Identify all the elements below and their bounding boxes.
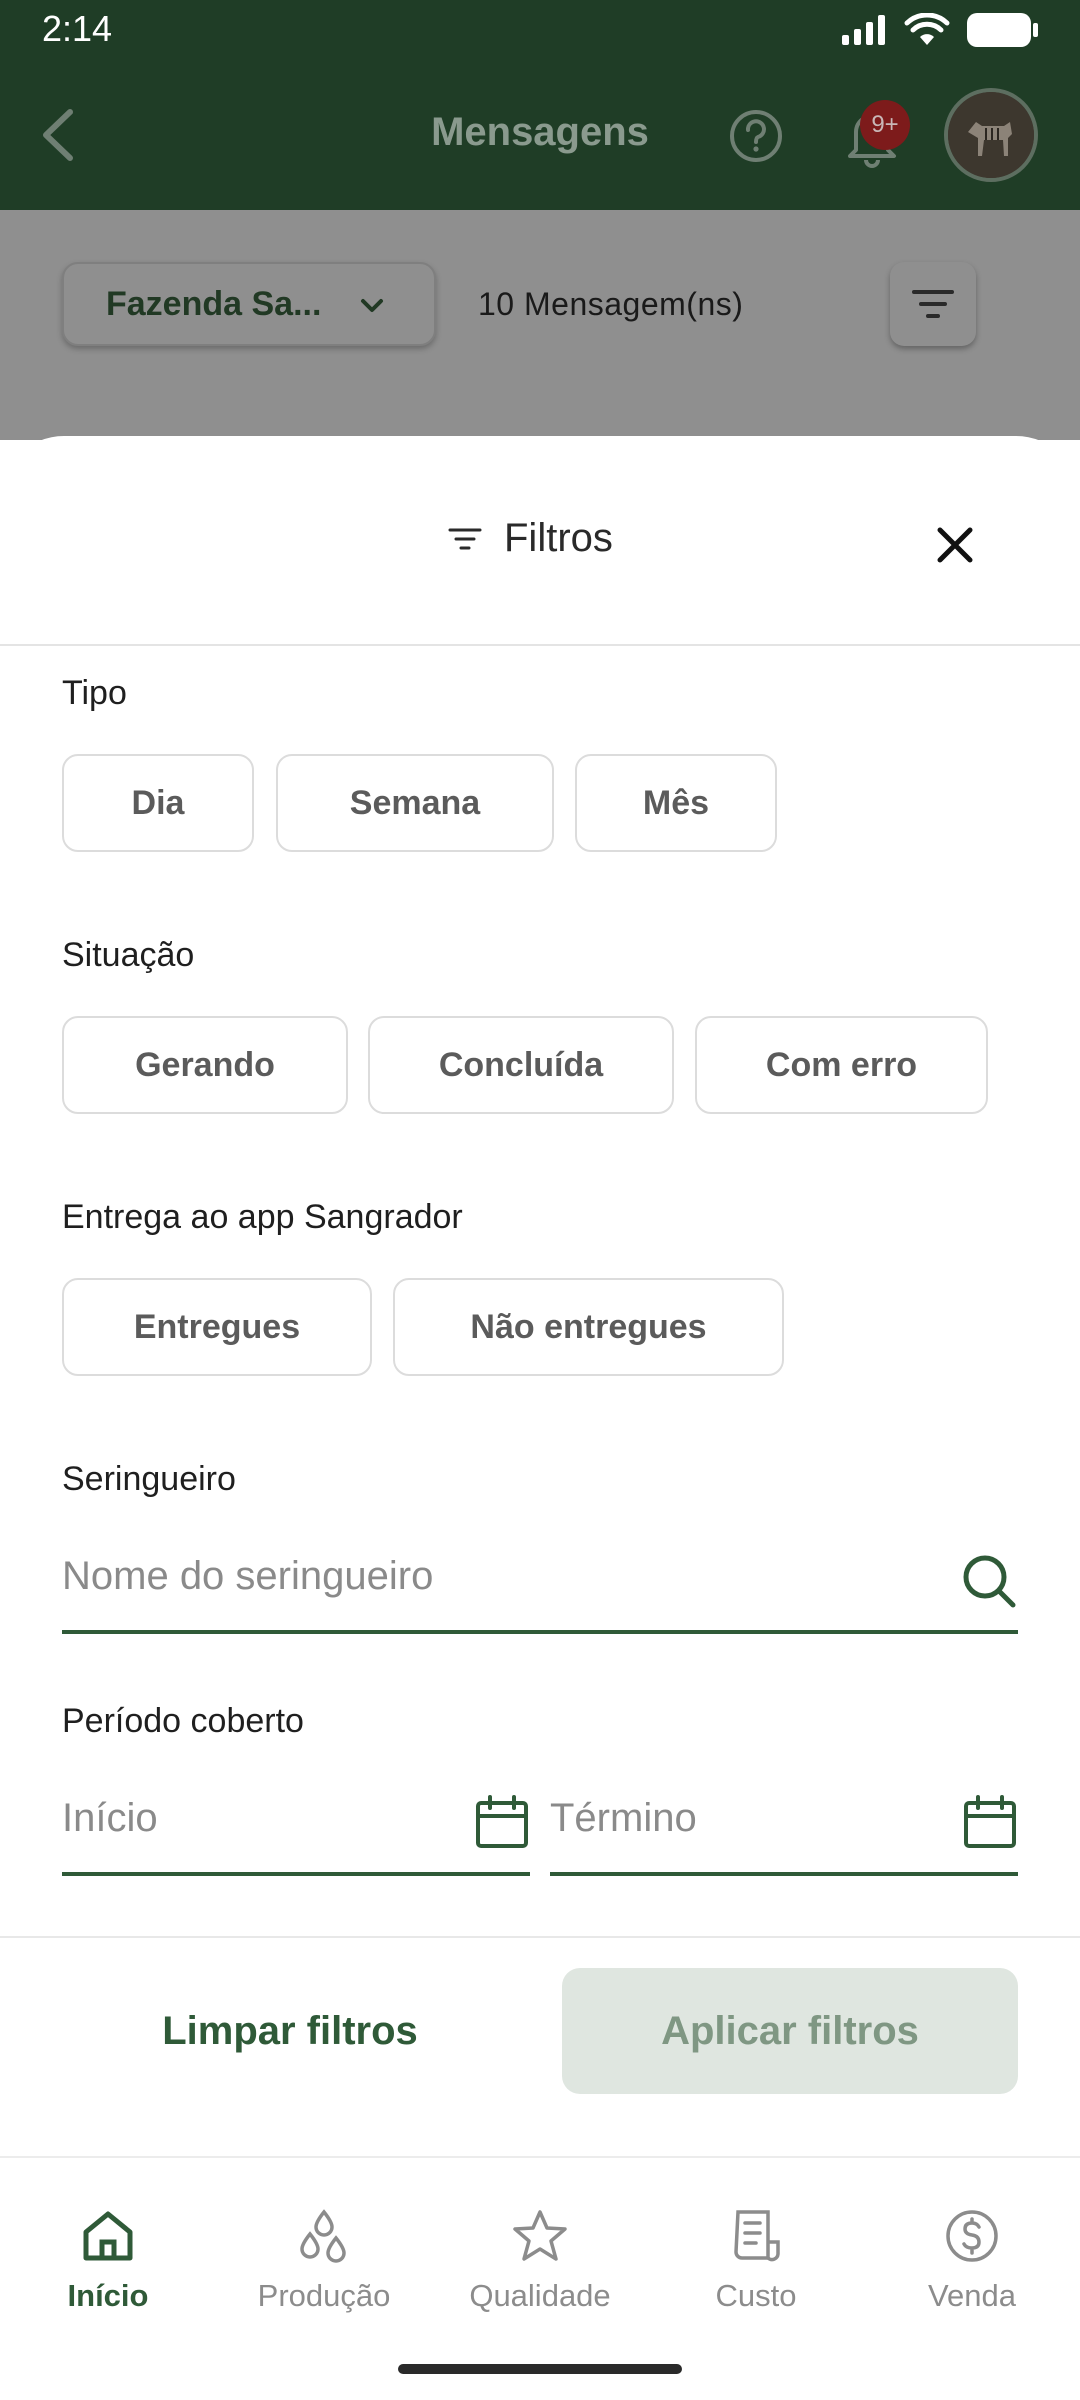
home-indicator[interactable] (398, 2364, 682, 2374)
notification-badge: 9+ (860, 100, 910, 150)
filter-icon (912, 290, 954, 318)
nav-item-venda[interactable]: Venda (864, 2208, 1080, 2338)
filter-sheet-header: Filtros (0, 436, 1080, 646)
filter-sheet-title: Filtros (504, 516, 613, 560)
chip-semana[interactable]: Semana (276, 754, 554, 852)
dollar-icon (946, 2210, 998, 2262)
nav-label: Venda (928, 2278, 1016, 2313)
star-icon (513, 2210, 567, 2261)
section-label-seringueiro: Seringueiro (62, 1460, 236, 1498)
nav-item-qualidade[interactable]: Qualidade (432, 2208, 648, 2338)
close-button[interactable] (924, 514, 986, 576)
nav-label: Qualidade (469, 2278, 611, 2313)
scrim-overlay[interactable]: Fazenda Sa... 10 Mensagem(ns) (0, 210, 1080, 440)
seringueiro-placeholder: Nome do seringueiro (62, 1554, 434, 1598)
farm-selector-label: Fazenda Sa... (106, 284, 322, 323)
avatar[interactable] (944, 88, 1038, 182)
chip-com-erro[interactable]: Com erro (695, 1016, 988, 1114)
start-date-field[interactable]: Início (62, 1776, 530, 1876)
nav-label: Custo (715, 2278, 797, 2313)
chip-concluida[interactable]: Concluída (368, 1016, 674, 1114)
app-bar: Mensagens 9+ (0, 60, 1080, 210)
start-date-placeholder: Início (62, 1796, 158, 1840)
filter-icon (448, 528, 482, 549)
filter-sheet: Filtros Tipo Dia Semana Mês Situação Ger… (0, 436, 1080, 2156)
section-label-periodo: Período coberto (62, 1702, 304, 1740)
end-date-field[interactable]: Término (550, 1776, 1018, 1876)
close-icon (937, 527, 973, 563)
message-count: 10 Mensagem(ns) (478, 286, 744, 322)
wifi-icon (904, 13, 950, 45)
farm-selector[interactable]: Fazenda Sa... (62, 262, 436, 346)
help-button[interactable] (728, 108, 784, 164)
nav-item-producao[interactable]: Produção (216, 2208, 432, 2338)
search-icon[interactable] (960, 1552, 1018, 1610)
receipt-icon (734, 2210, 780, 2262)
clear-filters-button[interactable]: Limpar filtros (62, 1968, 518, 2094)
chip-entregues[interactable]: Entregues (62, 1278, 372, 1376)
nav-item-custo[interactable]: Custo (648, 2208, 864, 2338)
zebra-avatar-icon (948, 92, 1034, 178)
nav-label: Produção (257, 2278, 391, 2313)
signal-icon (842, 15, 885, 45)
section-label-situacao: Situação (62, 936, 195, 974)
nav-label: Início (67, 2278, 149, 2313)
filter-sheet-title-group: Filtros (448, 516, 613, 561)
section-label-entrega: Entrega ao app Sangrador (62, 1198, 463, 1236)
home-icon (83, 2211, 133, 2261)
section-label-tipo: Tipo (62, 674, 127, 712)
page-title: Mensagens (431, 110, 649, 154)
status-icons (840, 12, 1040, 48)
chip-nao-entregues[interactable]: Não entregues (393, 1278, 784, 1376)
help-icon (730, 110, 782, 162)
drops-icon (300, 2209, 346, 2263)
seringueiro-search-input[interactable]: Nome do seringueiro (62, 1534, 1018, 1634)
divider (0, 1936, 1080, 1938)
status-bar: 2:14 (0, 0, 1080, 60)
calendar-icon[interactable] (474, 1794, 530, 1850)
chip-mes[interactable]: Mês (575, 754, 777, 852)
end-date-placeholder: Término (550, 1796, 697, 1840)
chip-dia[interactable]: Dia (62, 754, 254, 852)
apply-filters-button[interactable]: Aplicar filtros (562, 1968, 1018, 2094)
status-time: 2:14 (42, 8, 113, 49)
chip-gerando[interactable]: Gerando (62, 1016, 348, 1114)
open-filters-button[interactable] (890, 262, 976, 346)
chevron-down-icon (361, 299, 383, 312)
battery-icon (967, 13, 1038, 47)
calendar-icon[interactable] (962, 1794, 1018, 1850)
nav-item-inicio[interactable]: Início (0, 2208, 216, 2338)
